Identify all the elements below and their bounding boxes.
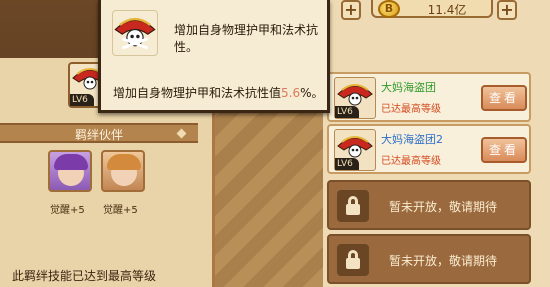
tooltip-title: 增加自身物理护甲和法术抗性。 xyxy=(174,23,319,54)
skill-card[interactable]: LV6 大妈海盗团2 已达最高等级 查看 xyxy=(327,124,531,174)
desc-suffix: %。 xyxy=(300,86,324,100)
bond-max-level-note: 此羁绊技能已达到最高等级 xyxy=(12,269,157,283)
level-badge: LV6 xyxy=(70,94,94,106)
skill-card[interactable]: LV6 大妈海盗团 已达最高等级 查看 xyxy=(327,72,531,122)
partner-awaken-label: 觉醒+5 xyxy=(103,205,138,216)
add-resource-button[interactable]: + xyxy=(341,0,361,20)
bond-partners-header: 羁绊伙伴 xyxy=(0,123,198,143)
lock-body xyxy=(346,204,360,215)
skill-status: 已达最高等级 xyxy=(381,156,441,167)
hair-decoration xyxy=(54,154,88,170)
skill-name: 大妈海盗团2 xyxy=(381,133,443,146)
partner-portrait-2[interactable] xyxy=(101,150,145,192)
bond-partners-title: 羁绊伙伴 xyxy=(74,128,123,142)
pirate-flag-icon xyxy=(114,17,156,50)
skill-icon: LV6 xyxy=(334,77,376,119)
locked-slot-text: 暂未开放，敬请期待 xyxy=(389,254,498,268)
level-badge: LV6 xyxy=(335,158,359,170)
partner-awaken-label: 觉醒+5 xyxy=(50,205,85,216)
bonus-value: 5.6 xyxy=(281,86,301,100)
add-coin-button[interactable]: + xyxy=(497,0,517,20)
coin-amount: 11.4亿 xyxy=(427,3,467,17)
lock-body xyxy=(346,258,360,269)
skill-name: 大妈海盗团 xyxy=(381,81,436,94)
locked-slot: 暂未开放，敬请期待 xyxy=(327,234,531,284)
skill-status: 已达最高等级 xyxy=(381,104,441,115)
lock-icon xyxy=(337,244,369,276)
locked-slot: 暂未开放，敬请期待 xyxy=(327,180,531,230)
desc-prefix: 增加自身物理护甲和法术抗性值 xyxy=(113,86,282,100)
lock-icon xyxy=(337,190,369,222)
hair-decoration xyxy=(107,154,141,170)
partner-portrait-1[interactable] xyxy=(48,150,92,192)
level-badge: LV6 xyxy=(335,106,359,118)
tooltip-skill-icon xyxy=(112,10,158,56)
view-button[interactable]: 查看 xyxy=(481,137,527,163)
skill-icon: LV6 xyxy=(334,129,376,171)
coin-icon: B xyxy=(378,0,400,18)
locked-slot-text: 暂未开放，敬请期待 xyxy=(389,200,498,214)
view-button[interactable]: 查看 xyxy=(481,85,527,111)
tooltip-description: 增加自身物理护甲和法术抗性值5.6%。 xyxy=(113,84,324,101)
